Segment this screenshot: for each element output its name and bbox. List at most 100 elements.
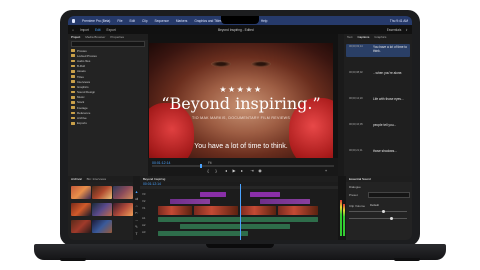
eye-left xyxy=(211,61,231,67)
caption-row[interactable]: 00;00;12;20 Life with those eyes... xyxy=(346,96,410,109)
rating-stars: ★★★★★ xyxy=(219,85,263,94)
menu-edit[interactable]: Edit xyxy=(129,19,135,23)
folder-icon xyxy=(71,85,75,89)
clip-thumbnail[interactable] xyxy=(92,220,112,233)
preset-select[interactable]: Default xyxy=(368,192,410,207)
timeline-clip[interactable] xyxy=(200,192,226,197)
app-menu[interactable]: Premiere Pro (Beta) xyxy=(82,19,110,23)
volume-slider-track[interactable] xyxy=(349,211,407,212)
share-icon[interactable]: ⇪ xyxy=(405,28,408,32)
menu-help[interactable]: Help xyxy=(261,19,268,23)
menu-sequence[interactable]: Sequence xyxy=(154,19,168,23)
step-forward-icon[interactable]: ▸ xyxy=(240,169,244,173)
clip-thumbnail[interactable] xyxy=(113,203,133,216)
timeline-clip[interactable] xyxy=(260,199,310,204)
clip-thumbnail[interactable] xyxy=(71,186,91,199)
track-label-a2[interactable]: A2 xyxy=(142,223,145,227)
track-label-a1[interactable]: A1 xyxy=(142,216,145,220)
program-scrubber[interactable] xyxy=(152,165,334,167)
timeline-clip[interactable] xyxy=(250,192,280,197)
meter-left xyxy=(339,200,342,236)
track-label-a3[interactable]: A3 xyxy=(142,230,145,234)
timeline-clip[interactable] xyxy=(158,206,192,215)
clip-thumbnail[interactable] xyxy=(113,186,133,199)
razor-icon[interactable]: ✂ xyxy=(135,211,139,215)
meter-right xyxy=(342,204,345,236)
plus-icon[interactable]: + xyxy=(324,169,328,173)
tab-project[interactable]: Project xyxy=(71,35,80,39)
tab-archival[interactable]: Archival xyxy=(71,177,82,181)
caption-row[interactable]: 00;00;03;14 You have a lot of time to th… xyxy=(346,44,410,57)
tab-captions[interactable]: Captions xyxy=(358,35,370,39)
volume-slider-thumb[interactable] xyxy=(382,209,385,213)
workspace-bar: ⌂ Import Edit Export Beyond Inspiring - … xyxy=(68,25,412,34)
list-item[interactable]: Exports xyxy=(68,121,148,126)
insert-icon[interactable]: ⇥ xyxy=(250,169,254,173)
clip-thumbnail[interactable] xyxy=(71,220,91,233)
caption-row[interactable]: 00;00;08;02 ...when you're alone. xyxy=(346,70,410,83)
track-label-v2[interactable]: V2 xyxy=(142,199,145,203)
menu-clip[interactable]: Clip xyxy=(142,19,148,23)
tab-edit[interactable]: Edit xyxy=(95,28,101,32)
screen: Premiere Pro (Beta) File Edit Clip Seque… xyxy=(68,16,412,240)
audio-clip[interactable] xyxy=(180,224,290,229)
tab-sequence[interactable]: Beyond Inspiring xyxy=(143,177,165,181)
program-playhead[interactable] xyxy=(200,164,202,168)
timeline-playhead[interactable] xyxy=(240,184,241,240)
workspace-switcher[interactable]: Essentials xyxy=(387,28,402,32)
menu-markers[interactable]: Markers xyxy=(176,19,188,23)
level-slider-thumb[interactable] xyxy=(390,216,393,220)
menu-graphics[interactable]: Graphics and Titles xyxy=(194,19,221,23)
track-label-v1[interactable]: V1 xyxy=(142,206,145,210)
play-icon[interactable]: ▶ xyxy=(232,169,236,173)
timeline-clip[interactable] xyxy=(240,206,276,215)
timeline-clip[interactable] xyxy=(194,206,238,215)
step-back-icon[interactable]: ◂ xyxy=(224,169,228,173)
project-search-input[interactable] xyxy=(71,41,145,47)
tab-graphics[interactable]: Graphics xyxy=(374,35,386,39)
audio-clip[interactable] xyxy=(158,217,318,222)
camera-notch xyxy=(221,16,259,24)
clip-thumbnail[interactable] xyxy=(92,186,112,199)
text-panel: Text Captions Graphics 00;00;03;14 You h… xyxy=(344,34,412,176)
tab-import[interactable]: Import xyxy=(80,28,89,32)
slip-tool-icon[interactable]: ↔ xyxy=(135,218,139,222)
menu-file[interactable]: File xyxy=(117,19,122,23)
folder-icon xyxy=(71,59,75,63)
selection-tool-icon[interactable]: ▲ xyxy=(135,190,139,194)
apple-icon[interactable] xyxy=(72,18,75,23)
caption-row[interactable]: 00;00;21;11 those shadows... xyxy=(346,148,410,161)
clip-thumbnail[interactable] xyxy=(92,203,112,216)
tab-export[interactable]: Export xyxy=(106,28,115,32)
mark-in-icon[interactable]: { xyxy=(206,169,210,173)
program-controls: 00:01:12:14 Fit { } ◂ ▶ ▸ ⇥ ◉ + xyxy=(148,158,338,176)
tab-media-browser[interactable]: Media Browser xyxy=(85,35,105,39)
level-slider-track[interactable] xyxy=(349,218,407,219)
export-frame-icon[interactable]: ◉ xyxy=(258,169,262,173)
audio-clip[interactable] xyxy=(158,231,248,236)
mark-out-icon[interactable]: } xyxy=(214,169,218,173)
eye-right xyxy=(251,61,271,67)
tab-text[interactable]: Text xyxy=(347,35,353,39)
timeline-ruler[interactable] xyxy=(140,186,338,189)
tab-properties[interactable]: Properties xyxy=(110,35,124,39)
track-select-icon[interactable]: ⇉ xyxy=(135,197,139,201)
timeline-clip[interactable] xyxy=(170,199,210,204)
folder-icon xyxy=(71,101,75,104)
clip-thumbnail[interactable] xyxy=(71,203,91,216)
track-label-v3[interactable]: V3 xyxy=(142,192,145,196)
ripple-edit-icon[interactable]: ⇔ xyxy=(135,204,139,208)
timeline-clip[interactable] xyxy=(278,206,318,215)
preset-label: Preset xyxy=(349,193,358,197)
tab-bin-interviews[interactable]: Bin: Interviews xyxy=(87,177,107,181)
tab-essential-sound[interactable]: Essential Sound xyxy=(349,177,371,181)
bin-panel: Archival Bin: Interviews xyxy=(68,176,133,240)
program-video-frame[interactable]: ★★★★★ “Beyond inspiring.” TIO MAK MARKIS… xyxy=(149,43,333,158)
dialogue-tag[interactable]: Dialogue xyxy=(349,185,361,189)
clip-volume-label: Clip Volume xyxy=(349,204,366,208)
home-icon[interactable]: ⌂ xyxy=(72,28,74,32)
pen-icon[interactable]: ✎ xyxy=(135,225,139,229)
folder-icon xyxy=(71,121,75,125)
caption-row[interactable]: 00;00;16;05 people tell you... xyxy=(346,122,410,135)
text-tool-icon[interactable]: T xyxy=(135,232,139,236)
